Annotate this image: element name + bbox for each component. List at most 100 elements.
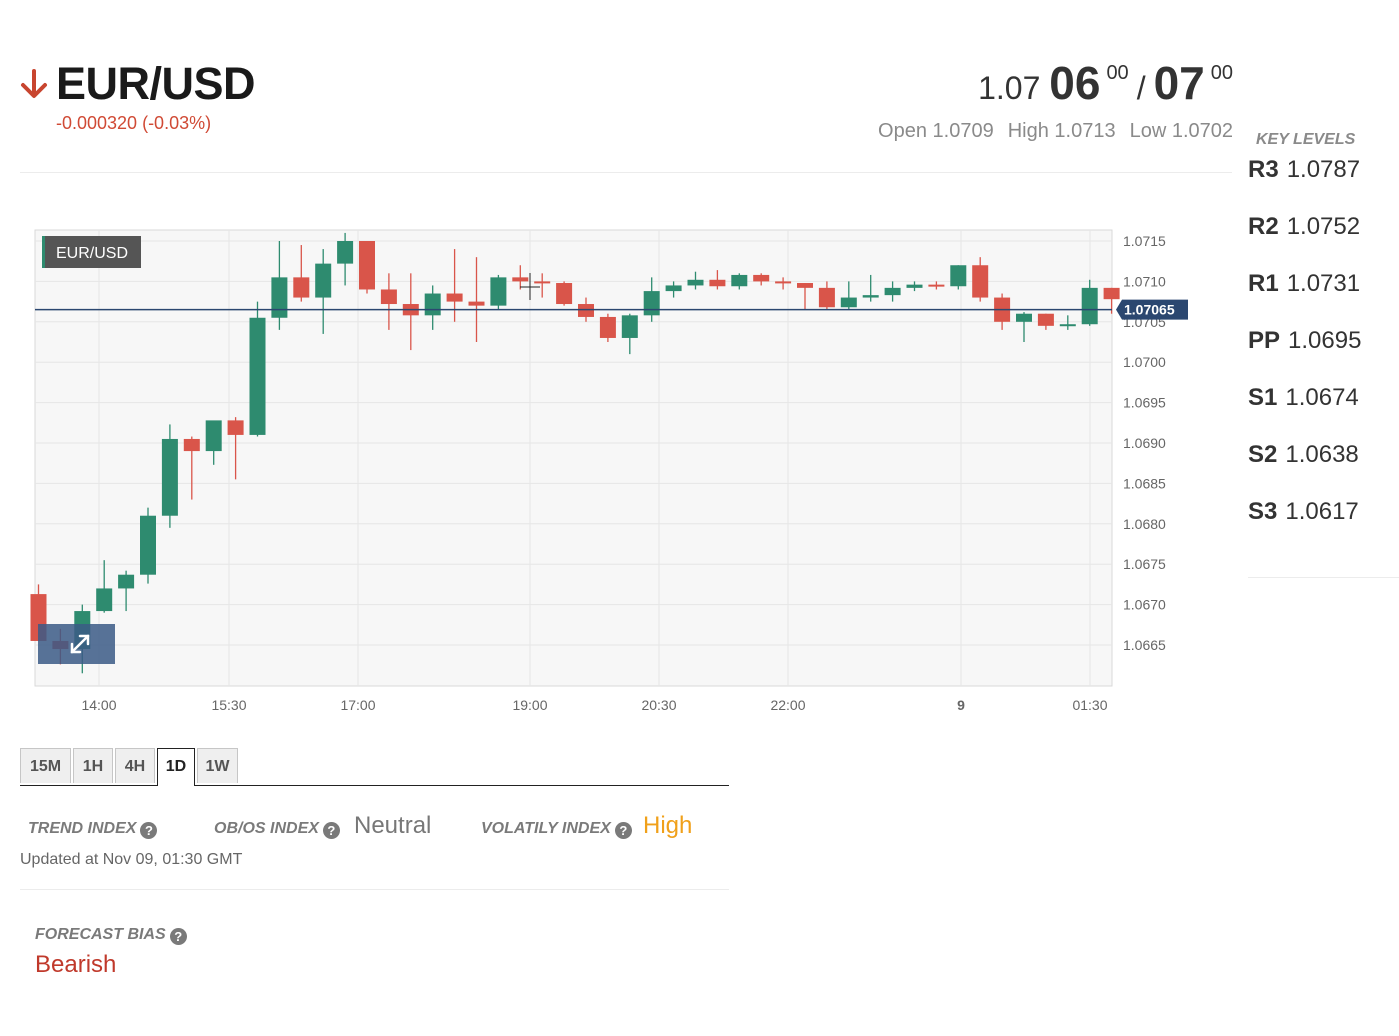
- candle-body: [534, 281, 551, 284]
- y-tick-label: 1.0695: [1123, 395, 1166, 411]
- forecast-bias-label: FORECAST BIAS?: [35, 926, 187, 945]
- symbol-badge-label: EUR/USD: [56, 245, 128, 262]
- key-level-s1: S1 1.0674: [1248, 384, 1359, 412]
- y-tick-label: 1.0665: [1123, 637, 1166, 653]
- candle-body: [205, 420, 222, 452]
- ask-pips: 07: [1153, 57, 1205, 109]
- candle-up: [490, 274, 507, 310]
- candle-body: [315, 263, 332, 298]
- x-tick-label: 17:00: [340, 697, 375, 713]
- tab-4h[interactable]: 4H: [115, 748, 155, 783]
- x-tick-label: 19:00: [512, 697, 547, 713]
- candle-body: [1016, 313, 1032, 322]
- obos-index-text: OB/OS INDEX: [214, 820, 319, 837]
- candle-body: [797, 283, 813, 288]
- symbol-badge-accent: [42, 236, 45, 268]
- key-level-name: R1: [1248, 270, 1279, 297]
- candle-body: [359, 241, 375, 290]
- y-axis: 1.07151.07101.07051.07001.06951.06901.06…: [1123, 233, 1166, 653]
- x-tick-label: 20:30: [641, 697, 676, 713]
- key-level-s3: S3 1.0617: [1248, 498, 1359, 526]
- pair-title: EUR/USD: [56, 58, 256, 109]
- updated-timestamp: Updated at Nov 09, 01:30 GMT: [20, 851, 243, 868]
- key-level-value: 1.0638: [1285, 441, 1359, 468]
- key-level-name: S1: [1248, 384, 1278, 411]
- x-tick-label: 14:00: [81, 697, 116, 713]
- key-level-r2: R2 1.0752: [1248, 213, 1360, 241]
- candle-body: [380, 289, 397, 305]
- bid-pips: 06: [1049, 57, 1101, 109]
- candle-body: [840, 297, 857, 308]
- candle-body: [556, 283, 573, 305]
- candle-body: [709, 279, 726, 287]
- help-icon[interactable]: ?: [322, 822, 340, 839]
- y-tick-label: 1.0670: [1123, 597, 1166, 613]
- key-level-name: S2: [1248, 441, 1278, 468]
- help-icon[interactable]: ?: [614, 822, 632, 839]
- header-divider: [20, 172, 1232, 173]
- volatility-index-text: VOLATILY INDEX: [481, 820, 611, 837]
- key-level-pp: PP 1.0695: [1248, 327, 1361, 355]
- help-icon[interactable]: ?: [169, 928, 187, 945]
- x-tick-label: 15:30: [211, 697, 246, 713]
- key-level-value: 1.0674: [1285, 384, 1359, 411]
- obos-index-label: OB/OS INDEX?: [214, 820, 340, 839]
- forecast-bias-text: FORECAST BIAS: [35, 926, 166, 943]
- volatility-index-value: High: [643, 812, 693, 839]
- tab-1h[interactable]: 1H: [73, 748, 113, 783]
- candle-body: [293, 277, 310, 298]
- y-tick-label: 1.0680: [1123, 516, 1166, 532]
- candle-body: [599, 316, 616, 338]
- current-price-tag: 1.07065: [1116, 299, 1188, 320]
- candle-body: [271, 277, 288, 318]
- y-tick-label: 1.0700: [1123, 354, 1166, 370]
- candle-body: [621, 315, 638, 338]
- key-levels-divider: [1248, 577, 1399, 578]
- tab-1w[interactable]: 1W: [197, 748, 238, 783]
- price-change: -0.000320 (-0.03%): [56, 113, 212, 133]
- candle-body: [1103, 287, 1120, 300]
- candle-body: [884, 287, 901, 296]
- candle-body: [118, 574, 135, 589]
- key-level-name: PP: [1248, 327, 1281, 354]
- candlestick-chart[interactable]: 14:00 15:30 17:00 19:00 20:30 22:00 9 01:30 1.0…: [0, 220, 1200, 720]
- key-levels-title: KEY LEVELS: [1256, 131, 1356, 148]
- x-axis: 14:00 15:30 17:00 19:00 20:30 22:00 9 01:30: [81, 697, 1107, 713]
- candle-body: [775, 281, 792, 284]
- key-level-name: R2: [1248, 213, 1279, 240]
- key-level-value: 1.0731: [1286, 270, 1361, 297]
- y-tick-label: 1.0710: [1123, 273, 1166, 289]
- candle-body: [96, 588, 113, 612]
- key-level-value: 1.0752: [1286, 213, 1361, 240]
- obos-index-value: Neutral: [354, 812, 432, 839]
- candle-body: [665, 285, 682, 292]
- expand-chart-button[interactable]: [38, 624, 115, 664]
- key-level-s2: S2 1.0638: [1248, 441, 1359, 469]
- key-level-r3: R3 1.0787: [1248, 156, 1360, 184]
- indexes-divider: [20, 889, 729, 890]
- candle-down: [556, 281, 573, 306]
- candle-up: [161, 424, 178, 528]
- candle-body: [161, 438, 178, 516]
- bid-fraction: 00: [1106, 62, 1129, 84]
- y-tick-label: 1.0690: [1123, 435, 1166, 451]
- x-tick-label: 22:00: [770, 697, 805, 713]
- x-tick-label: 9: [957, 697, 965, 713]
- key-level-value: 1.0617: [1285, 498, 1359, 525]
- tab-15m[interactable]: 15M: [20, 748, 71, 783]
- expand-button-bg[interactable]: [38, 624, 115, 664]
- candle-body: [950, 265, 967, 287]
- candle-up: [140, 507, 156, 584]
- bid-ask-price: 1.07 06 00/07 00: [978, 56, 1233, 110]
- help-icon[interactable]: ?: [140, 822, 158, 839]
- trend-index-label: TREND INDEX?: [28, 820, 158, 839]
- candle-body: [928, 284, 945, 287]
- arrow-down-icon: [21, 69, 47, 98]
- candle-body: [140, 515, 156, 575]
- tab-1d[interactable]: 1D: [157, 748, 195, 786]
- bid-prefix: 1.07: [978, 70, 1041, 106]
- timeframe-tabs: 15M 1H 4H 1D 1W: [20, 748, 729, 786]
- symbol-badge: EUR/USD: [42, 236, 141, 268]
- candle-up: [249, 301, 266, 437]
- current-price-label: 1.07065: [1124, 302, 1175, 318]
